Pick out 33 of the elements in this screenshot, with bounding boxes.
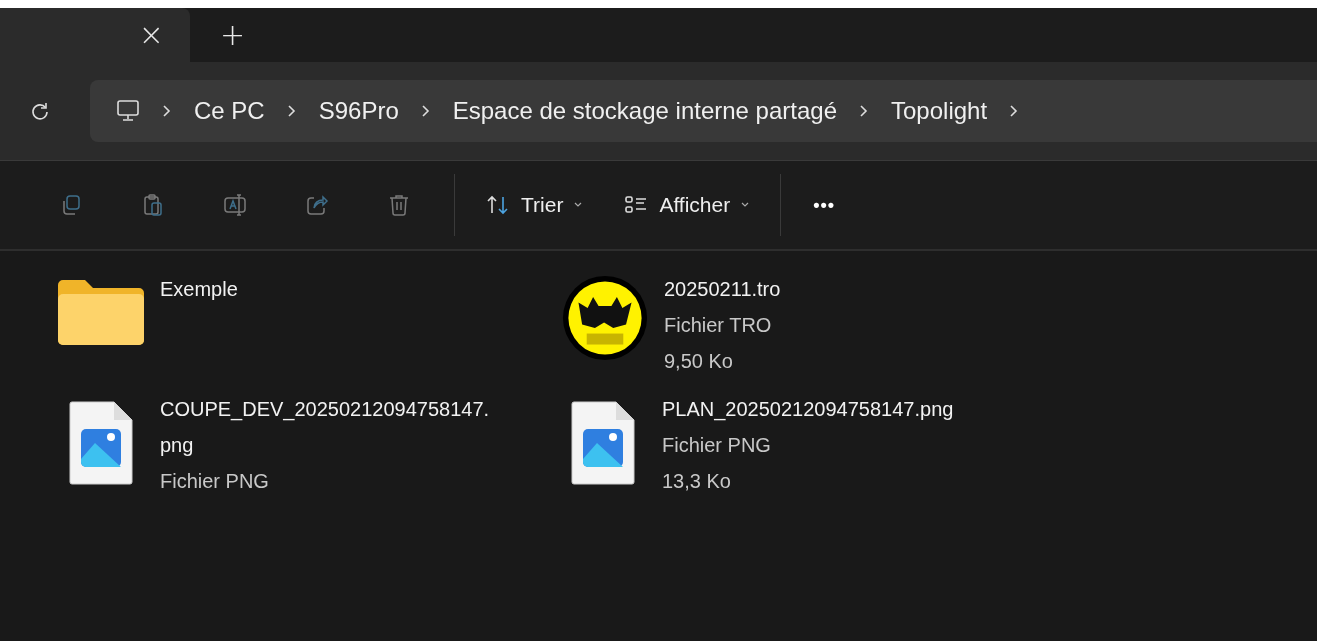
file-name[interactable]: 20250211.tro — [664, 271, 781, 307]
close-tab-button[interactable]: × — [130, 20, 172, 50]
breadcrumb-item[interactable]: Topolight — [891, 97, 988, 125]
new-tab-button[interactable]: + — [212, 8, 254, 62]
caret-icon — [573, 201, 584, 209]
breadcrumb-item[interactable]: S96Pro — [318, 97, 399, 125]
image-file-icon[interactable] — [571, 401, 635, 485]
chevron-icon — [420, 104, 431, 118]
refresh-icon[interactable] — [30, 101, 50, 121]
more-button[interactable]: ••• — [791, 194, 858, 216]
file-detail: Fichier PNG — [662, 433, 772, 458]
file-detail: Fichier PNG — [160, 469, 270, 494]
folder-icon[interactable] — [58, 279, 144, 345]
chevron-icon — [286, 104, 297, 118]
file-detail: 13,3 Ko — [662, 469, 732, 494]
image-file-icon[interactable] — [69, 401, 133, 485]
chevron-icon — [859, 104, 869, 118]
sort-arrows-icon — [485, 193, 511, 217]
file-detail: Fichier TRO — [664, 313, 773, 338]
file-name[interactable]: COUPE_DEV_20250212094758147. png — [160, 391, 490, 463]
caret-icon — [740, 201, 751, 209]
chevron-icon — [162, 104, 172, 118]
address-bar[interactable]: Ce PC S96Pro Espace de stockage interne partagé Topolight — [90, 80, 1317, 142]
breadcrumb-item[interactable]: Espace de stockage interne partagé — [452, 97, 837, 125]
breadcrumb-item[interactable]: Ce PC — [194, 97, 265, 125]
file-name[interactable]: PLAN_20250212094758147.png — [662, 391, 954, 427]
tab[interactable]: × — [0, 8, 190, 62]
chevron-icon — [1009, 104, 1020, 118]
file-detail: 9,50 Ko — [664, 349, 734, 374]
file-name[interactable]: Exemple — [160, 271, 238, 307]
view-button[interactable]: Afficher — [603, 193, 771, 217]
sort-button[interactable]: Trier — [465, 193, 604, 217]
monitor-icon[interactable] — [116, 99, 140, 123]
